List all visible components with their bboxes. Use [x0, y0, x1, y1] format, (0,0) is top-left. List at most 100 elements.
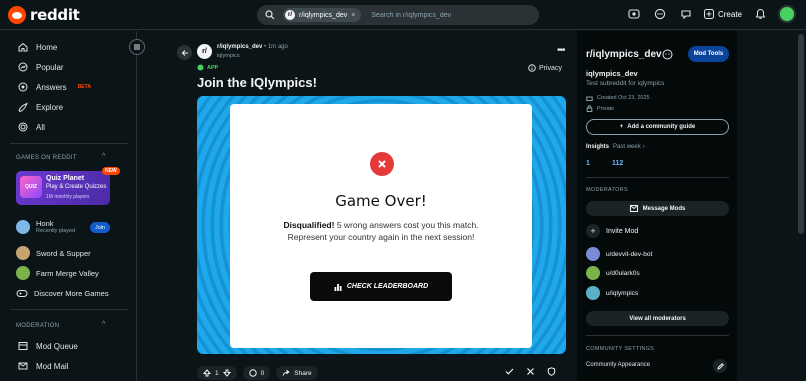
notification-bell-icon[interactable]: [752, 6, 768, 22]
explore-icon: [18, 102, 28, 112]
comments-button[interactable]: 0: [242, 366, 271, 380]
privacy-link[interactable]: Privacy: [528, 64, 562, 72]
lock-icon: [586, 105, 593, 112]
inbox-icon[interactable]: [678, 6, 694, 22]
search-chip-label: r/iqlympics_dev: [299, 11, 348, 19]
post-author[interactable]: iqlympics: [217, 53, 240, 59]
upvote-icon[interactable]: [203, 369, 211, 377]
nav-home[interactable]: Home: [18, 42, 57, 52]
visibility: Private: [586, 105, 614, 112]
add-community-guide-button[interactable]: + Add a community guide: [586, 119, 729, 135]
scrollbar-thumb[interactable]: [798, 34, 804, 234]
nav-label: Mod Mail: [36, 361, 69, 371]
farm-merge-icon: [16, 266, 30, 280]
moderator-name: u/d0ulark0s: [606, 269, 640, 277]
quiz-planet-card[interactable]: QUIZ Quiz Planet Play & Create Quizzes 1…: [16, 171, 110, 205]
game-label: Honk: [36, 219, 54, 228]
nav-answers[interactable]: Answers BETA: [18, 82, 91, 92]
community-description: Test subreddit for iqlympics: [586, 80, 665, 87]
subreddit-avatar-icon: r/: [285, 10, 295, 20]
share-label: Share: [294, 369, 312, 377]
moderator-item[interactable]: u/iqlympics: [586, 286, 638, 300]
nav-mod-mail[interactable]: Mod Mail: [18, 361, 68, 371]
bar-chart-icon: [334, 283, 342, 291]
collapse-sidebar-button[interactable]: [129, 39, 145, 55]
shield-icon[interactable]: [547, 367, 556, 376]
moderator-name: u/devvit-dev-bot: [606, 250, 653, 258]
post-subreddit-name[interactable]: r/iqlympics_dev: [217, 44, 262, 50]
info-icon: [528, 64, 536, 72]
view-all-moderators-button[interactable]: View all moderators: [586, 311, 729, 326]
edit-appearance-button[interactable]: [713, 359, 727, 373]
insights-title: Insights: [586, 144, 610, 150]
all-icon: [18, 122, 28, 132]
beta-badge: BETA: [77, 84, 91, 90]
insight-stat-1: 1: [586, 160, 590, 167]
advertise-icon[interactable]: [626, 6, 642, 22]
share-button[interactable]: Share: [276, 366, 318, 380]
game-item-honk[interactable]: Honk Recently played: [16, 219, 75, 234]
disqualified-bold: Disqualified!: [283, 220, 335, 230]
nav-explore[interactable]: Explore: [18, 102, 63, 112]
community-settings-label: COMMUNITY SETTINGS: [586, 346, 655, 352]
nav-mod-queue[interactable]: Mod Queue: [18, 341, 78, 351]
nav-all[interactable]: All: [18, 122, 45, 132]
chat-icon[interactable]: [652, 6, 668, 22]
nav-popular[interactable]: Popular: [18, 62, 64, 72]
mod-tools-button[interactable]: Mod Tools: [688, 46, 729, 62]
game-item-farm-merge[interactable]: Farm Merge Valley: [16, 266, 99, 280]
chevron-up-icon[interactable]: ^: [102, 321, 105, 328]
moderator-item[interactable]: u/devvit-dev-bot: [586, 247, 652, 261]
right-sidebar: r/iqlympics_dev Mod Tools iqlympics_dev …: [577, 31, 737, 381]
game-item-discover[interactable]: Discover More Games: [16, 287, 109, 299]
search-subreddit-chip[interactable]: r/ r/iqlympics_dev ×: [283, 8, 362, 22]
join-button[interactable]: Join: [90, 222, 110, 233]
disqualified-message: Disqualified! 5 wrong answers cost you t…: [278, 219, 484, 243]
approve-check-icon[interactable]: [505, 367, 514, 376]
message-mods-label: Message Mods: [642, 205, 686, 212]
created-text: Created Oct 23, 2025: [597, 94, 650, 101]
post-subreddit[interactable]: r/iqlympics_dev • 1m ago: [217, 44, 288, 50]
user-avatar[interactable]: [778, 5, 796, 23]
share-icon: [282, 369, 290, 376]
subreddit-avatar[interactable]: r/: [197, 44, 212, 59]
game-label: Sword & Supper: [36, 248, 91, 258]
community-name: iqlympics_dev: [586, 69, 638, 78]
check-leaderboard-button[interactable]: CHECK LEADERBOARD: [310, 272, 452, 301]
divider: [10, 143, 128, 144]
menu-icon: [134, 44, 140, 50]
left-sidebar: Home Popular Answers BETA Explore All GA…: [0, 31, 137, 381]
post-title: Join the IQlympics!: [197, 75, 317, 90]
post-actions: 1 0 Share: [197, 366, 318, 380]
chevron-up-icon[interactable]: ^: [102, 153, 105, 160]
search-input[interactable]: [371, 11, 522, 19]
community-title[interactable]: r/iqlympics_dev: [586, 49, 662, 60]
moderation-section-label: MODERATION: [16, 323, 60, 329]
cake-icon: [586, 96, 593, 101]
game-label: Discover More Games: [34, 288, 109, 298]
app-tag-label: APP: [207, 64, 219, 71]
edit-avatar-icon[interactable]: [662, 49, 673, 60]
popular-icon: [18, 62, 28, 72]
quiz-subtitle: Play & Create Quizzes: [46, 184, 107, 190]
reddit-logo-icon: [8, 6, 26, 24]
message-mods-button[interactable]: Message Mods: [586, 201, 729, 216]
back-button[interactable]: [177, 45, 192, 60]
divider: [586, 177, 729, 178]
plus-icon: +: [586, 224, 600, 238]
remove-x-icon[interactable]: [526, 367, 535, 376]
create-button[interactable]: Create: [703, 9, 742, 19]
game-embed[interactable]: Game Over! Disqualified! 5 wrong answers…: [197, 96, 566, 354]
chip-close-icon[interactable]: ×: [351, 12, 355, 19]
moderator-item[interactable]: u/d0ulark0s: [586, 266, 640, 280]
reddit-logo[interactable]: reddit: [8, 6, 80, 24]
insights-label[interactable]: Insights Past week ›: [586, 144, 645, 150]
search-bar[interactable]: r/ r/iqlympics_dev ×: [257, 5, 539, 25]
downvote-icon[interactable]: [222, 369, 231, 377]
chevron-right-icon: ›: [642, 144, 645, 150]
moderator-name: u/iqlympics: [606, 289, 639, 297]
more-options-icon[interactable]: •••: [557, 45, 565, 56]
top-header: reddit r/ r/iqlympics_dev × Create: [0, 0, 806, 30]
invite-mod-button[interactable]: + Invite Mod: [586, 224, 638, 238]
game-item-sword-supper[interactable]: Sword & Supper: [16, 246, 91, 260]
